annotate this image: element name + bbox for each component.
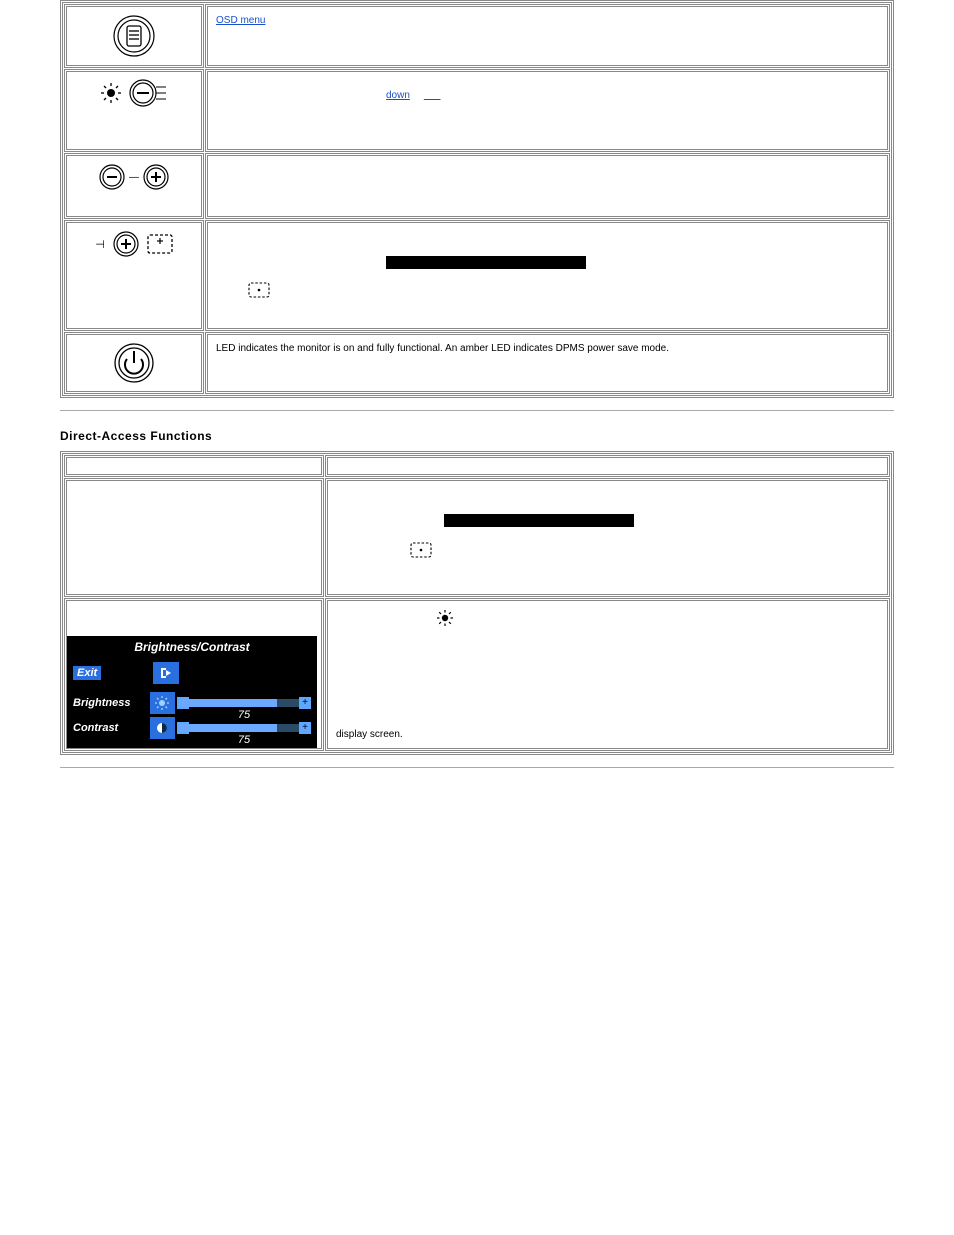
menu-button-icon [111, 31, 157, 42]
brightness-fn-trail: display screen. [336, 729, 403, 740]
minus-button-small-icon [97, 162, 127, 192]
direct-access-header-fn [325, 455, 890, 477]
plus-button-small-icon [141, 162, 171, 192]
osd-brightness-label: Brightness [71, 697, 150, 709]
brightness-inline-icon [436, 613, 454, 624]
direct-access-osd-cell: Brightness/Contrast Exit Brightness [64, 598, 324, 751]
power-led-description: LED indicates the monitor is on and full… [216, 343, 669, 354]
link-placeholder[interactable] [424, 90, 441, 101]
control-desc-cell: down [205, 69, 890, 152]
plus-button-icon [111, 229, 141, 259]
brightness-icon [100, 82, 122, 104]
osd-panel: Brightness/Contrast Exit Brightness [67, 636, 317, 748]
section-divider [60, 767, 894, 768]
section-divider [60, 410, 894, 411]
direct-access-fn-cell: display screen. [325, 598, 890, 751]
down-link[interactable]: down [386, 90, 410, 101]
control-icon-cell: ⊣ [64, 220, 204, 331]
control-desc-cell: LED indicates the monitor is on and full… [205, 332, 890, 394]
auto-adjust-inline-icon [248, 282, 270, 298]
osd-contrast-icon [150, 717, 175, 739]
osd-brightness-icon [150, 692, 175, 714]
osd-brightness-value: 75 [238, 709, 250, 721]
minus-button-icon [128, 78, 168, 108]
control-desc-cell: Auto Adjustment in progress [205, 220, 890, 331]
osd-title: Brightness/Contrast [67, 636, 317, 658]
auto-adjust-icon [147, 234, 173, 254]
control-icon-cell [64, 332, 204, 394]
control-desc-cell: OSD menu [205, 4, 890, 68]
control-desc-cell [205, 153, 890, 219]
direct-access-heading: Direct-Access Functions [60, 429, 894, 443]
control-icon-cell [64, 4, 204, 68]
control-icon-cell: — [64, 153, 204, 219]
auto-adjust-progress-bar: Auto Adjustment in progress [444, 514, 634, 527]
direct-access-table: Auto Adjustment in progress Brightness/C… [60, 451, 894, 755]
power-button-icon [112, 358, 156, 369]
auto-adjust-inline-icon [410, 542, 432, 558]
osd-brightness-slider[interactable]: - + 75 [179, 699, 309, 707]
auto-adjust-black-bar: Auto Adjustment in progress [386, 256, 586, 269]
osd-contrast-label: Contrast [71, 722, 150, 734]
osd-exit-icon [153, 662, 179, 684]
direct-access-header-icon [64, 455, 324, 477]
front-panel-controls-table: OSD menu [60, 0, 894, 398]
direct-access-fn-cell: Auto Adjustment in progress [325, 478, 890, 597]
osd-exit-item[interactable]: Exit [73, 666, 101, 680]
control-icon-cell [64, 69, 204, 152]
osd-contrast-value: 75 [238, 734, 250, 746]
direct-access-icon-cell [64, 478, 324, 597]
menu-osd-link[interactable]: OSD menu [216, 15, 265, 26]
osd-contrast-slider[interactable]: - + 75 [179, 724, 309, 732]
